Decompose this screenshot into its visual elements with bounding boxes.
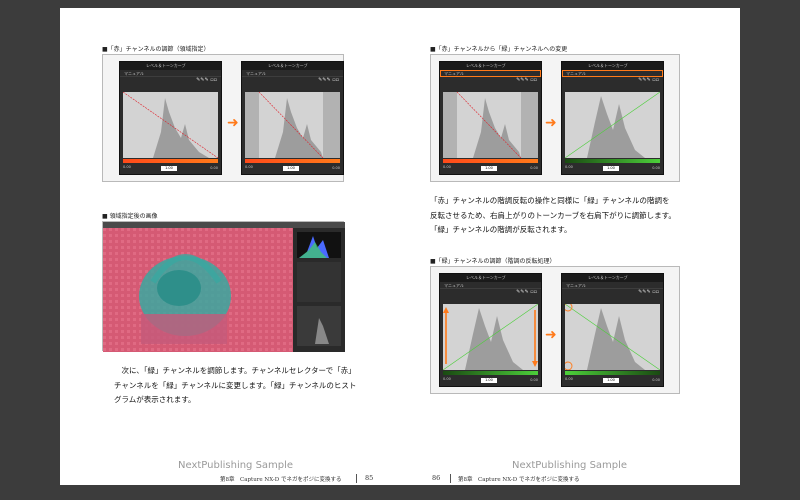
mid-value-input[interactable]: 1.00 [481, 166, 497, 171]
body-paragraph: 次に、「緑」チャンネルを調節します。チャンネルセレクターで「赤」 チャンネルを「… [114, 364, 356, 408]
eyedropper-icon[interactable]: ✎✎✎ ▫▫ [562, 289, 663, 296]
eyedropper-icon[interactable]: ✎✎✎ ▫▫ [120, 77, 221, 84]
high-value: 0.00 [530, 378, 538, 382]
panel-title: レベル＆トーンカーブ [562, 62, 663, 70]
arrow-right-icon: ➜ [227, 115, 239, 131]
text-line: 「赤」チャンネルの階調反転の操作と同様に「緑」チャンネルの階調を [430, 196, 670, 205]
low-value: 0.00 [123, 165, 131, 169]
high-value: 0.00 [652, 378, 660, 382]
levels-panel: レベル＆トーンカーブ マニュアル ✎✎✎ ▫▫ 0.00 1.00 0.00 [119, 61, 222, 175]
page-number: 85 [365, 474, 374, 482]
figure-caption: ■「緑」チャンネルの調節（階調の反転処理） [430, 258, 556, 265]
panel-title: レベル＆トーンカーブ [242, 62, 343, 70]
text-line: チャンネルを「緑」チャンネルに変更します。「緑」チャンネルのヒスト [114, 380, 357, 390]
eyedropper-icon[interactable]: ✎✎✎ ▫▫ [242, 77, 343, 84]
right-page: ■「赤」チャンネルから「緑」チャンネルへの変更 レベル＆トーンカーブ マニュアル… [400, 8, 740, 485]
panel-title: レベル＆トーンカーブ [440, 62, 541, 70]
panel-footer: 0.00 1.00 0.00 [123, 165, 218, 172]
text-line: グラムが表示されます。 [114, 395, 196, 404]
levels-panel: レベル＆トーンカーブ マニュアル ✎✎✎ ▫▫ 0.00 1.00 0.00 [561, 61, 664, 175]
panel-footer: 0.00 1.00 0.00 [565, 377, 660, 384]
mid-value-input[interactable]: 1.00 [603, 166, 619, 171]
low-value: 0.00 [565, 165, 573, 169]
tone-curve-graph[interactable] [565, 304, 660, 370]
tone-curve-graph[interactable] [565, 92, 660, 158]
mid-value-input[interactable]: 1.00 [161, 166, 177, 171]
eyedropper-icon[interactable]: ✎✎✎ ▫▫ [440, 77, 541, 84]
footer-divider [356, 474, 357, 483]
channel-gradient-bar [245, 159, 340, 163]
channel-gradient-bar [123, 159, 218, 163]
text-line: 次に、「緑」チャンネルを調節します。チャンネルセレクターで「赤」 [114, 366, 356, 375]
channel-select-red[interactable]: マニュアル [440, 70, 541, 77]
channel-gradient-bar [443, 159, 538, 163]
arrow-right-icon: ➜ [545, 327, 557, 343]
tone-curve-graph[interactable] [123, 92, 218, 158]
watermark: NextPublishing Sample [512, 460, 628, 471]
high-value: 0.00 [210, 166, 218, 170]
panel-footer: 0.00 1.00 0.00 [245, 165, 340, 172]
figure-green-invert: レベル＆トーンカーブ マニュアル ✎✎✎ ▫▫ 0.00 1.00 0.00 ➜… [430, 266, 680, 394]
tone-curve-graph[interactable] [245, 92, 340, 158]
body-paragraph: 「赤」チャンネルの階調反転の操作と同様に「緑」チャンネルの階調を 反転させるため… [430, 194, 676, 238]
eyedropper-icon[interactable]: ✎✎✎ ▫▫ [562, 77, 663, 84]
running-footer: 第8章 Capture NX-D でネガをポジに変換する [458, 477, 580, 483]
low-value: 0.00 [565, 377, 573, 381]
tone-curve-graph[interactable] [443, 304, 538, 370]
text-line: 反転させるため、右肩上がりのトーンカーブを右肩下がりに調節します。 [430, 210, 676, 220]
levels-panel: レベル＆トーンカーブ マニュアル ✎✎✎ ▫▫ 0.00 1.00 0.00 [561, 273, 664, 387]
low-value: 0.00 [443, 377, 451, 381]
panel-title: レベル＆トーンカーブ [440, 274, 541, 282]
figure-red-channel: レベル＆トーンカーブ マニュアル ✎✎✎ ▫▫ 0.00 1.00 0.00 ➜… [102, 54, 344, 182]
high-value: 0.00 [652, 166, 660, 170]
mode-select[interactable]: マニュアル [440, 282, 541, 289]
arrow-right-icon: ➜ [545, 115, 557, 131]
figure-screenshot [102, 221, 345, 352]
levels-panel: レベル＆トーンカーブ マニュアル ✎✎✎ ▫▫ 0.00 1.00 0.00 [439, 61, 542, 175]
levels-panel: レベル＆トーンカーブ マニュアル ✎✎✎ ▫▫ 0.00 1.00 0.00 [241, 61, 344, 175]
footer-divider [450, 474, 451, 483]
eyedropper-icon[interactable]: ✎✎✎ ▫▫ [440, 289, 541, 296]
figure-caption: ■「赤」チャンネルの調節（領域指定） [102, 46, 210, 53]
panel-footer: 0.00 1.00 0.00 [443, 377, 538, 384]
low-value: 0.00 [245, 165, 253, 169]
channel-gradient-bar [443, 371, 538, 375]
mode-select[interactable]: マニュアル [562, 282, 663, 289]
high-value: 0.00 [530, 166, 538, 170]
tone-curve-graph[interactable] [443, 92, 538, 158]
levels-panel: レベル＆トーンカーブ マニュアル ✎✎✎ ▫▫ 0.00 1.00 0.00 [439, 273, 542, 387]
figure-caption: ■「赤」チャンネルから「緑」チャンネルへの変更 [430, 46, 568, 53]
text-line: 「緑」チャンネルの階調が反転されます。 [430, 225, 572, 234]
mid-value-input[interactable]: 1.00 [603, 378, 619, 383]
low-value: 0.00 [443, 165, 451, 169]
mid-value-input[interactable]: 1.00 [481, 378, 497, 383]
panel-title: レベル＆トーンカーブ [120, 62, 221, 70]
panel-footer: 0.00 1.00 0.00 [565, 165, 660, 172]
figure-channel-change: レベル＆トーンカーブ マニュアル ✎✎✎ ▫▫ 0.00 1.00 0.00 ➜ [430, 54, 680, 182]
mode-select[interactable]: マニュアル [120, 70, 221, 77]
channel-gradient-bar [565, 371, 660, 375]
figure-caption: ■ 領域指定後の画像 [102, 213, 158, 220]
watermark: NextPublishing Sample [178, 460, 294, 471]
panel-footer: 0.00 1.00 0.00 [443, 165, 538, 172]
panel-title: レベル＆トーンカーブ [562, 274, 663, 282]
kitten-negative-image [103, 222, 345, 352]
channel-select-green[interactable]: マニュアル [562, 70, 663, 77]
mode-select[interactable]: マニュアル [242, 70, 343, 77]
channel-gradient-bar [565, 159, 660, 163]
mid-value-input[interactable]: 1.00 [283, 166, 299, 171]
left-page: ■「赤」チャンネルの調節（領域指定） レベル＆トーンカーブ マニュアル ✎✎✎ … [60, 8, 400, 485]
page-number: 86 [432, 474, 441, 482]
high-value: 0.00 [332, 166, 340, 170]
running-footer: 第8章 Capture NX-D でネガをポジに変換する [220, 477, 342, 483]
